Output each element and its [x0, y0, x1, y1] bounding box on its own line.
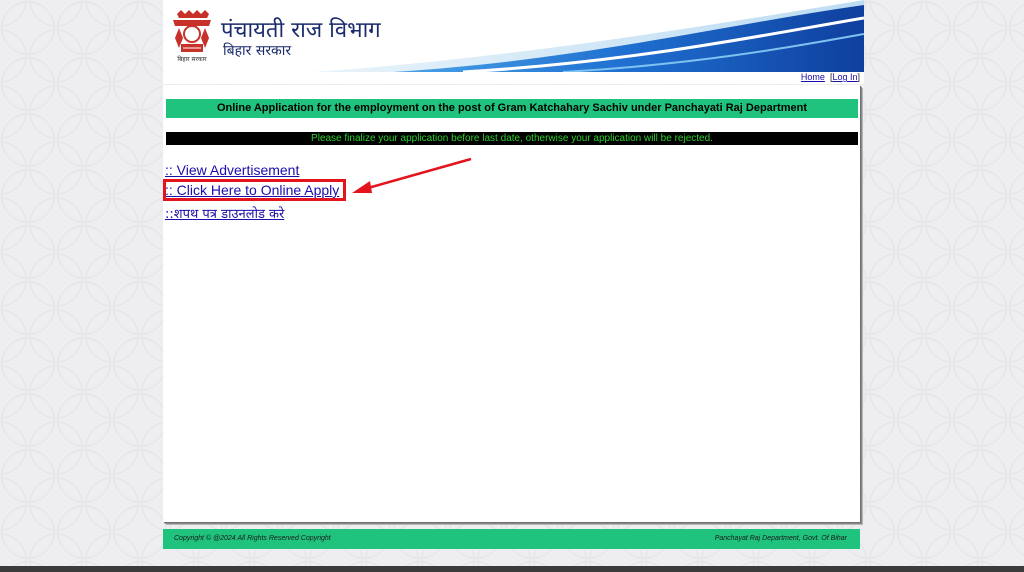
affidavit-download-link[interactable]: ::शपथ पत्र डाउनलोड करे [165, 204, 284, 222]
top-nav-links: Home [Log In] [801, 72, 860, 82]
home-link[interactable]: Home [801, 72, 825, 82]
site-title: पंचायती राज विभाग [221, 18, 381, 43]
window-bottom-edge [0, 566, 1024, 572]
login-link[interactable]: Log In [832, 72, 857, 82]
footer-department: Panchayat Raj Department, Govt. Of Bihar [714, 535, 847, 542]
top-nav: Home [Log In] [163, 72, 864, 84]
annotation-arrow-icon [352, 157, 472, 193]
highlight-box [163, 179, 346, 201]
view-advertisement-link[interactable]: :: View Advertisement [165, 162, 299, 178]
emblem-caption: बिहार सरकार [177, 56, 207, 63]
site-subtitle: बिहार सरकार [223, 43, 292, 59]
bracket-close: ] [857, 72, 860, 82]
footer-copyright: Copyright © @2024 All Rights Reserved Co… [174, 535, 331, 542]
page-heading: Online Application for the employment on… [166, 99, 858, 118]
site-header: बिहार सरकार पंचायती राज विभाग बिहार सरका… [163, 0, 864, 72]
main-panel: Online Application for the employment on… [163, 85, 860, 522]
site-footer: Copyright © @2024 All Rights Reserved Co… [163, 529, 860, 549]
deadline-notice: Please finalize your application before … [166, 132, 858, 145]
